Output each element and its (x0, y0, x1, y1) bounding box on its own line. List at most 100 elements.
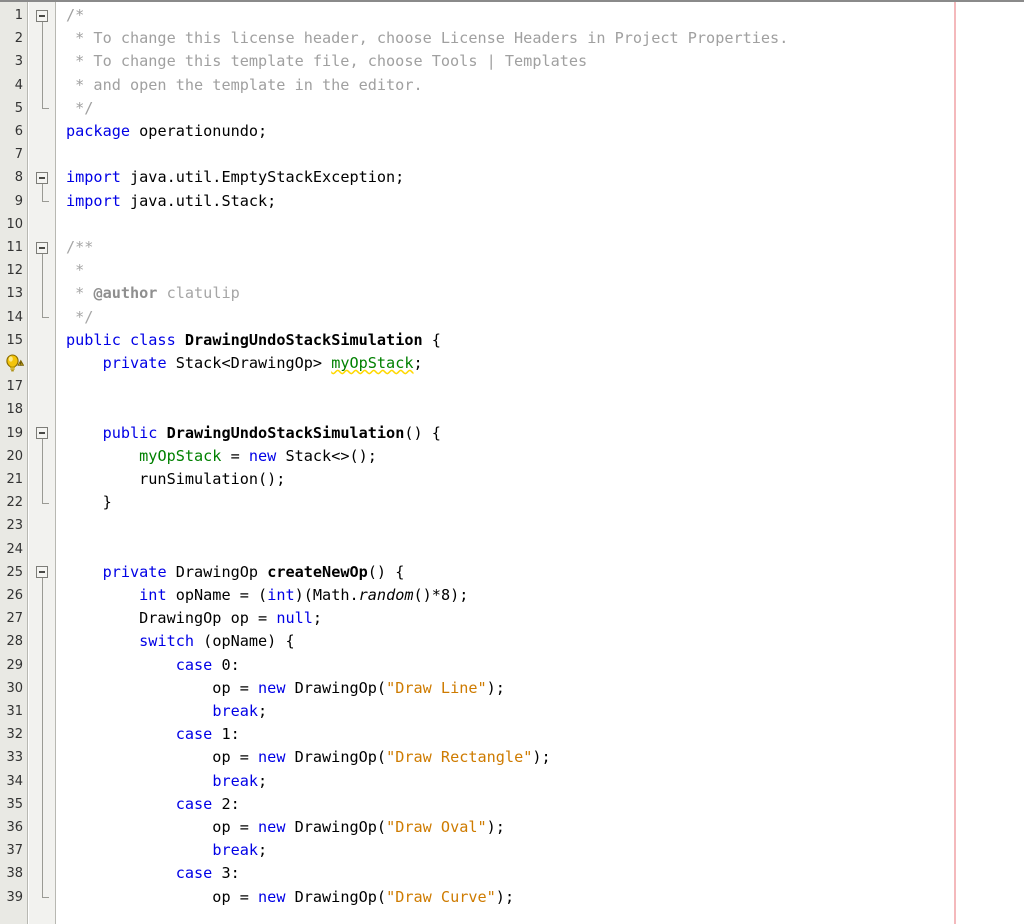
code-folding-column[interactable] (29, 2, 56, 924)
code-line[interactable]: break; (66, 770, 267, 793)
code-line[interactable]: import java.util.Stack; (66, 190, 276, 213)
code-line[interactable]: package operationundo; (66, 120, 267, 143)
lightbulb-warning-icon[interactable] (3, 353, 25, 374)
line-number[interactable]: 15 (0, 329, 23, 352)
code-line[interactable]: runSimulation(); (66, 468, 285, 491)
code-line[interactable]: case 1: (66, 723, 240, 746)
code-line[interactable]: private Stack<DrawingOp> myOpStack; (66, 352, 423, 375)
code-line[interactable]: int opName = (int)(Math.random()*8); (66, 584, 468, 607)
fold-toggle-1[interactable] (36, 9, 48, 22)
code-line[interactable]: * (66, 259, 84, 282)
code-line[interactable]: switch (opName) { (66, 630, 295, 653)
fold-toggle-19[interactable] (36, 427, 48, 440)
code-line[interactable]: break; (66, 700, 267, 723)
line-number[interactable]: 32 (0, 723, 23, 746)
line-number[interactable]: 22 (0, 491, 23, 514)
code-line[interactable]: */ (66, 306, 93, 329)
code-line[interactable]: op = new DrawingOp("Draw Oval"); (66, 816, 505, 839)
line-number[interactable]: 8 (0, 166, 23, 189)
line-number[interactable]: 17 (0, 375, 23, 398)
code-line[interactable]: import java.util.EmptyStackException; (66, 166, 404, 189)
line-number[interactable]: 33 (0, 746, 23, 769)
fold-range-end (42, 317, 49, 319)
line-number[interactable]: 2 (0, 27, 23, 50)
code-token: Stack<>(); (276, 446, 377, 465)
line-number[interactable]: 26 (0, 584, 23, 607)
code-token: runSimulation(); (66, 470, 286, 488)
code-token: DrawingOp (166, 562, 268, 581)
code-token: * To change this template file, choose T… (66, 52, 588, 71)
code-line[interactable]: op = new DrawingOp("Draw Line"); (66, 677, 505, 700)
fold-range-bar (42, 439, 43, 503)
line-number[interactable]: 18 (0, 398, 23, 421)
code-line[interactable]: op = new DrawingOp("Draw Rectangle"); (66, 746, 550, 769)
line-number[interactable]: 37 (0, 839, 23, 862)
code-line[interactable]: myOpStack = new Stack<>(); (66, 445, 377, 468)
code-line[interactable]: public class DrawingUndoStackSimulation … (66, 329, 441, 352)
code-line[interactable]: break; (66, 839, 267, 862)
line-number[interactable]: 27 (0, 607, 23, 630)
line-number[interactable]: 25 (0, 561, 23, 584)
code-line[interactable]: * To change this template file, choose T… (66, 50, 587, 73)
line-number[interactable]: 19 (0, 422, 23, 445)
code-token: new (258, 818, 286, 836)
line-number[interactable]: 35 (0, 793, 23, 816)
line-number[interactable]: 1 (0, 4, 23, 27)
editor-text-area[interactable]: /* * To change this license header, choo… (57, 2, 1024, 924)
code-token: ; (413, 354, 423, 372)
code-token: 1: (212, 725, 240, 744)
fold-range-bar (42, 184, 43, 202)
line-number[interactable]: 20 (0, 445, 23, 468)
line-number[interactable]: 3 (0, 50, 23, 73)
code-line[interactable]: public DrawingUndoStackSimulation() { (66, 422, 441, 445)
line-number[interactable]: 10 (0, 213, 23, 236)
fold-toggle-11[interactable] (36, 241, 48, 254)
code-line[interactable]: */ (66, 97, 93, 120)
code-line[interactable]: /** (66, 236, 93, 259)
line-number[interactable]: 21 (0, 468, 23, 491)
code-line[interactable]: op = new DrawingOp("Draw Curve"); (66, 886, 514, 909)
line-number[interactable]: 14 (0, 306, 23, 329)
line-number[interactable]: 6 (0, 120, 23, 143)
code-line[interactable]: * To change this license header, choose … (66, 27, 788, 50)
line-number[interactable]: 36 (0, 816, 23, 839)
code-token: ; (258, 702, 268, 720)
code-editor[interactable]: /* * To change this license header, choo… (0, 0, 1024, 924)
line-number-gutter[interactable]: 1 2 3 4 5 6 7 8 9 10 11 12 13 14 15 17 18 19 20 21 22 23 24 25 2… (0, 2, 28, 924)
code-line[interactable]: private DrawingOp createNewOp() { (66, 561, 405, 584)
code-token: public class (66, 330, 176, 349)
code-line[interactable]: case 0: (66, 654, 240, 677)
code-line[interactable]: * @author clatulip (66, 282, 240, 305)
line-number[interactable]: 4 (0, 74, 23, 97)
code-token: ; (258, 841, 268, 860)
line-number[interactable]: 29 (0, 654, 23, 677)
line-number[interactable]: 9 (0, 190, 23, 213)
line-number[interactable]: 7 (0, 143, 23, 166)
line-number[interactable]: 30 (0, 677, 23, 700)
fold-toggle-25[interactable] (36, 566, 48, 579)
line-number[interactable]: 11 (0, 236, 23, 259)
line-number[interactable]: 31 (0, 700, 23, 723)
line-number[interactable]: 23 (0, 514, 23, 537)
code-token: Stack<DrawingOp> (166, 354, 332, 372)
line-number[interactable]: 38 (0, 862, 23, 885)
line-number[interactable]: 5 (0, 97, 23, 120)
code-line[interactable]: case 3: (66, 862, 240, 885)
line-number[interactable]: 39 (0, 886, 23, 909)
code-line[interactable]: } (66, 491, 112, 514)
line-number[interactable]: 34 (0, 770, 23, 793)
code-token: (opName) { (194, 632, 295, 651)
line-number[interactable]: 12 (0, 259, 23, 282)
code-line[interactable]: * and open the template in the editor. (66, 74, 422, 97)
fold-toggle-8[interactable] (36, 172, 48, 184)
code-line[interactable]: /* (66, 4, 84, 27)
code-line[interactable]: DrawingOp op = null; (66, 607, 322, 630)
code-token: "Draw Oval" (386, 818, 487, 836)
line-number[interactable]: 28 (0, 630, 23, 653)
line-number[interactable]: 24 (0, 538, 23, 561)
code-line[interactable]: case 2: (66, 793, 240, 816)
line-number[interactable]: 13 (0, 282, 23, 305)
code-token: 0: (212, 655, 240, 674)
